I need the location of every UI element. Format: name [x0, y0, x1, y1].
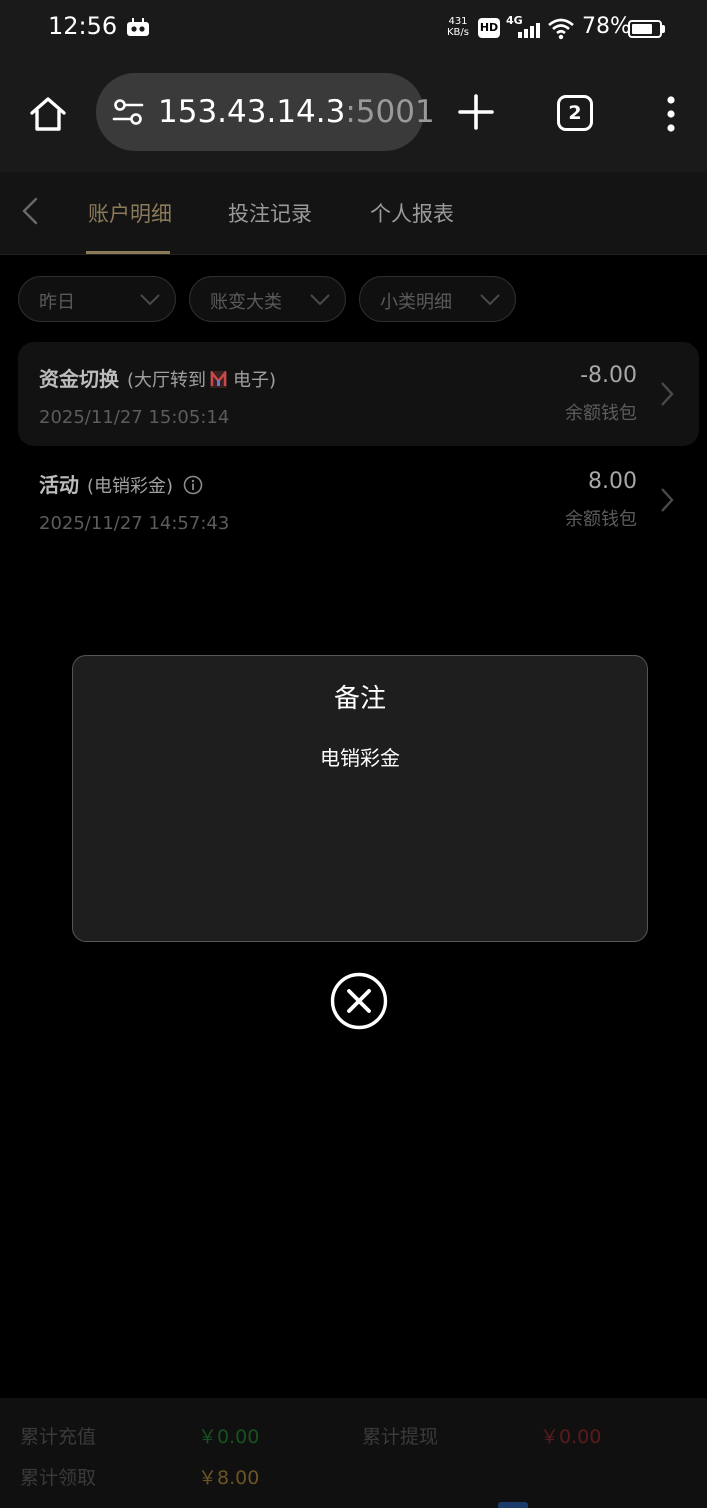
record-row[interactable]: 资金切换 (大厅转到 电子) 2025/11/27 15:05:14 -8.00 余…	[18, 342, 699, 446]
record-title: 资金切换 (大厅转到 电子)	[39, 363, 276, 392]
status-time: 12:56	[48, 12, 118, 40]
chevron-down-icon	[140, 294, 160, 306]
record-subtitle-suffix: 电子)	[233, 370, 277, 391]
total-recharge-label: 累计充值	[20, 1426, 97, 1448]
game-brand-icon	[210, 371, 228, 388]
record-time: 2025/11/27 14:57:43	[39, 513, 230, 534]
network-speed-unit: KB/s	[447, 27, 469, 38]
hd-badge: HD	[478, 18, 500, 38]
record-time: 2025/11/27 15:05:14	[39, 407, 230, 428]
more-menu-icon[interactable]	[660, 94, 682, 134]
date-filter-label: 昨日	[39, 292, 75, 313]
summary-footer	[0, 1398, 707, 1508]
record-row[interactable]: 活动 (电销彩金) 2025/11/27 14:57:43 8.00 余额钱包	[18, 448, 699, 552]
close-icon[interactable]	[330, 972, 388, 1030]
modal-title: 备注	[333, 684, 386, 714]
chevron-down-icon	[310, 294, 330, 306]
battery-percent: 78%	[582, 14, 631, 39]
wifi-icon	[548, 18, 574, 40]
active-tab-indicator	[86, 251, 170, 254]
tab-bet-records[interactable]: 投注记录	[228, 198, 312, 228]
record-type: 资金切换	[39, 367, 119, 391]
record-wallet: 余额钱包	[565, 403, 637, 424]
chevron-right-icon	[661, 488, 674, 512]
record-amount: -8.00	[580, 363, 637, 388]
battery-level-fill	[632, 24, 652, 34]
network-speed-value: 431	[448, 16, 468, 27]
record-amount: 8.00	[588, 469, 637, 494]
tab-personal-report[interactable]: 个人报表	[370, 198, 454, 228]
network-type-label: 4G	[506, 14, 523, 27]
tab-account-details[interactable]: 账户明细	[88, 198, 172, 228]
modal-body-text: 电销彩金	[320, 746, 400, 770]
home-icon[interactable]	[28, 94, 68, 134]
chevron-down-icon	[480, 294, 500, 306]
category-filter-label: 账变大类	[210, 292, 282, 313]
record-subtitle-prefix: (大厅转到	[127, 370, 207, 391]
notification-app-icon	[127, 18, 149, 36]
record-subtitle: (电销彩金)	[87, 476, 174, 497]
record-title: 活动 (电销彩金)	[39, 469, 203, 498]
category-filter-dropdown[interactable]: 账变大类	[189, 276, 346, 322]
url-text[interactable]: 153.43.14.3:5001	[158, 94, 435, 130]
cellular-signal-icon: 4G	[506, 14, 540, 38]
remark-modal: 备注 电销彩金	[72, 655, 648, 942]
url-port: :5001	[345, 94, 435, 130]
date-filter-dropdown[interactable]: 昨日	[18, 276, 176, 322]
subcategory-filter-dropdown[interactable]: 小类明细	[359, 276, 516, 322]
total-withdraw-label: 累计提现	[362, 1426, 439, 1448]
total-withdraw-value: ￥0.00	[540, 1426, 602, 1448]
record-wallet: 余额钱包	[565, 509, 637, 530]
total-claim-value: ￥8.00	[198, 1467, 260, 1489]
new-tab-icon[interactable]	[456, 92, 496, 132]
total-recharge-value: ￥0.00	[198, 1426, 260, 1448]
back-chevron-icon[interactable]	[18, 196, 42, 226]
info-icon[interactable]	[183, 475, 203, 495]
subcategory-filter-label: 小类明细	[380, 292, 452, 313]
network-speed: 431 KB/s	[444, 16, 472, 38]
record-subtitle: (大厅转到 电子)	[127, 370, 276, 391]
battery-cap	[662, 25, 665, 33]
site-settings-icon[interactable]	[112, 98, 144, 126]
total-claim-label: 累计领取	[20, 1467, 97, 1489]
bottom-edge-element	[498, 1502, 528, 1508]
battery-icon	[628, 20, 662, 38]
url-host: 153.43.14.3	[158, 94, 346, 130]
record-type: 活动	[39, 473, 79, 497]
chevron-right-icon	[661, 382, 674, 406]
tab-switcher-button[interactable]: 2	[557, 95, 593, 131]
